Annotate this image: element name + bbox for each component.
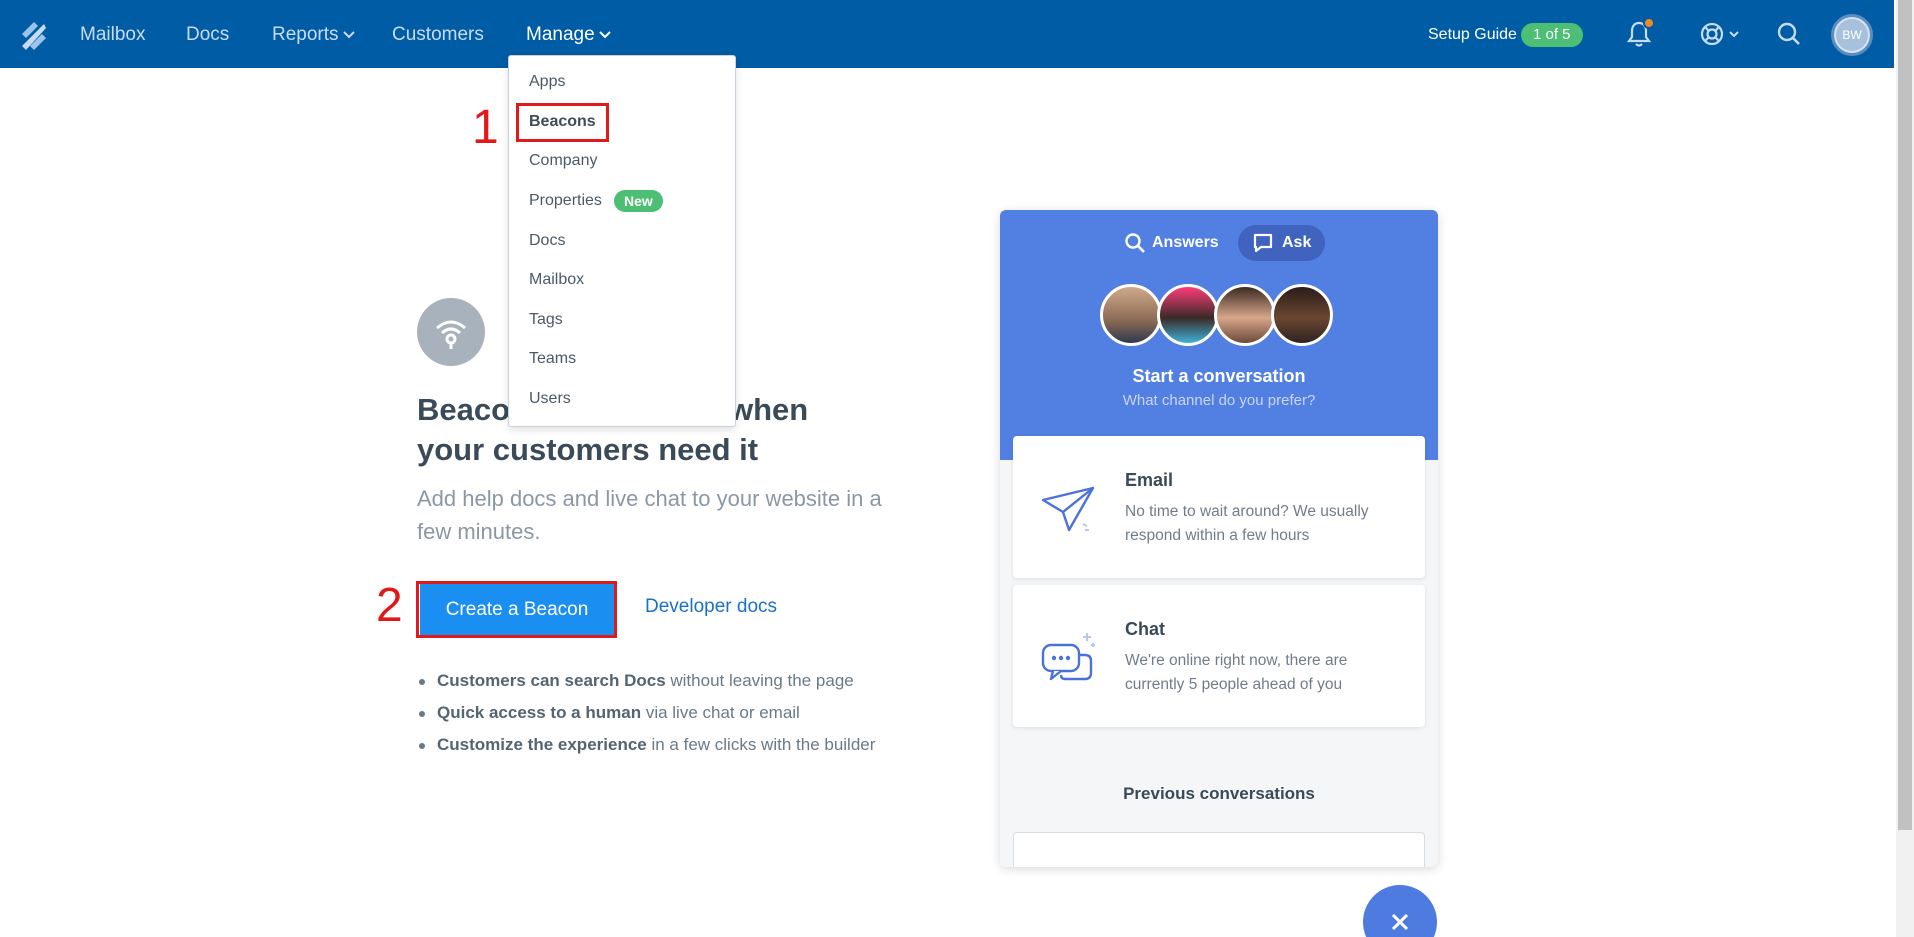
- menu-item-properties[interactable]: Properties: [529, 192, 602, 210]
- chat-card-title: Chat: [1125, 619, 1165, 639]
- step-1-label: 1: [472, 101, 499, 154]
- agent-avatar: [1271, 284, 1333, 346]
- beacon-subtitle: What channel do you prefer?: [1122, 392, 1316, 409]
- chat-option-card[interactable]: Chat We're online right now, there are c…: [1013, 585, 1425, 727]
- nav-manage[interactable]: Manage: [526, 24, 611, 46]
- list-item: Quick access to a human via live chat or…: [417, 702, 875, 734]
- helpscout-logo-icon[interactable]: [18, 20, 50, 52]
- setup-guide-link[interactable]: Setup Guide: [1428, 26, 1517, 44]
- bullet-rest: without leaving the page: [665, 671, 854, 690]
- notification-dot: [1643, 17, 1655, 29]
- chat-bubble-icon: [1253, 233, 1273, 253]
- page-subheadline: Add help docs and live chat to your webs…: [417, 486, 882, 544]
- chat-bubbles-icon: [1041, 633, 1095, 681]
- tab-answers[interactable]: Answers: [1124, 225, 1219, 261]
- nav-reports[interactable]: Reports: [272, 24, 355, 46]
- paper-plane-icon: [1041, 486, 1095, 532]
- help-lifebuoy-icon[interactable]: [1698, 18, 1742, 50]
- developer-docs-link[interactable]: Developer docs: [645, 596, 777, 618]
- list-item: Customers can search Docs without leavin…: [417, 670, 875, 702]
- chevron-down-icon: [598, 31, 611, 39]
- chat-card-desc: We're online right now, there are curren…: [1125, 652, 1348, 693]
- headline-line1-start: Beaco: [417, 392, 511, 427]
- agent-avatar: [1100, 284, 1162, 346]
- chevron-down-icon: [342, 31, 355, 39]
- headline-line2: your customers need it: [417, 432, 759, 467]
- highlight-box-beacons: [516, 103, 609, 142]
- tab-answers-label: Answers: [1152, 234, 1219, 251]
- beacon-preview-widget: Answers Ask Start a conversation What ch…: [1000, 210, 1438, 867]
- email-card-title: Email: [1125, 470, 1174, 490]
- menu-item-users[interactable]: Users: [529, 390, 571, 408]
- email-card-desc: No time to wait around? We usually respo…: [1125, 503, 1369, 544]
- bullet-strong: Customers can search Docs: [437, 671, 666, 690]
- new-badge: New: [614, 190, 663, 212]
- previous-conversations-heading: Previous conversations: [1123, 784, 1315, 803]
- previous-conversation-item[interactable]: [1013, 832, 1425, 867]
- search-icon[interactable]: [1773, 18, 1805, 50]
- setup-guide-progress-badge[interactable]: 1 of 5: [1521, 23, 1583, 47]
- menu-item-teams[interactable]: Teams: [529, 350, 576, 368]
- top-navigation: Mailbox Docs Reports Customers Manage Se…: [0, 0, 1894, 68]
- scrollbar-thumb[interactable]: [1898, 0, 1912, 830]
- beacon-title: Start a conversation: [1132, 366, 1306, 386]
- menu-item-company[interactable]: Company: [529, 152, 597, 170]
- tab-ask[interactable]: Ask: [1238, 225, 1326, 261]
- feature-list: Customers can search Docs without leavin…: [417, 670, 875, 766]
- agent-avatar: [1157, 284, 1219, 346]
- menu-item-docs[interactable]: Docs: [529, 232, 565, 250]
- close-icon: [1391, 913, 1409, 931]
- email-option-card[interactable]: Email No time to wait around? We usually…: [1013, 436, 1425, 578]
- nav-mailbox[interactable]: Mailbox: [80, 24, 145, 46]
- menu-item-tags[interactable]: Tags: [529, 311, 563, 329]
- beacon-signal-icon: [417, 298, 485, 366]
- agent-avatar: [1214, 284, 1276, 346]
- bullet-rest: via live chat or email: [641, 703, 800, 722]
- highlight-box-create-beacon: [416, 581, 617, 638]
- beacon-close-button[interactable]: [1363, 885, 1437, 937]
- search-icon: [1125, 233, 1145, 253]
- beacon-preview-header: Answers Ask Start a conversation What ch…: [1000, 210, 1438, 460]
- menu-item-mailbox[interactable]: Mailbox: [529, 271, 584, 289]
- bullet-strong: Quick access to a human: [437, 703, 642, 722]
- user-avatar[interactable]: BW: [1831, 14, 1873, 56]
- list-item: Customize the experience in a few clicks…: [417, 734, 875, 766]
- bullet-rest: in a few clicks with the builder: [646, 735, 876, 754]
- nav-manage-label: Manage: [526, 24, 595, 45]
- step-2-label: 2: [376, 579, 403, 632]
- nav-customers[interactable]: Customers: [392, 24, 484, 46]
- wifi-signal-icon: [436, 320, 466, 349]
- nav-reports-label: Reports: [272, 24, 339, 45]
- bullet-strong: Customize the experience: [437, 735, 647, 754]
- menu-item-apps[interactable]: Apps: [529, 73, 565, 91]
- tab-ask-label: Ask: [1282, 234, 1312, 251]
- app-root: Mailbox Docs Reports Customers Manage Se…: [0, 0, 1914, 937]
- nav-docs[interactable]: Docs: [186, 24, 229, 46]
